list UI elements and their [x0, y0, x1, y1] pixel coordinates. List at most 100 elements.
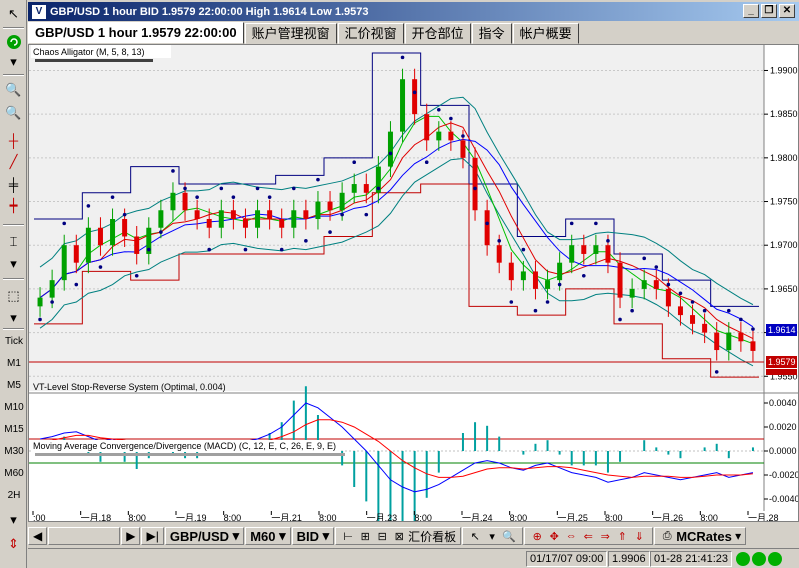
restore-button[interactable]: ❐	[761, 4, 777, 18]
zoom-icon[interactable]: 🔍	[501, 528, 517, 544]
select-icon[interactable]: ⬚	[3, 286, 24, 306]
scroll-down-icon[interactable]: ⇓	[631, 528, 647, 544]
app-icon: V	[32, 4, 46, 19]
trend-line-icon[interactable]: ╱	[3, 152, 24, 172]
horizontal-scrollbar[interactable]	[48, 527, 121, 545]
candle-body	[85, 227, 91, 263]
shift-left-icon[interactable]: ⇐	[580, 528, 596, 544]
candle-body	[49, 280, 55, 298]
tab-chart[interactable]: GBP/USD 1 hour 1.9579 22:00:00	[28, 22, 244, 44]
candle-body	[436, 131, 442, 141]
scroll-end-button[interactable]: ▶|	[141, 527, 164, 545]
tab-account-management[interactable]: 账户管理视窗	[244, 23, 337, 44]
chart-panel[interactable]: 1.9900 1.9850 1.9800 1.9750 1.9700 1.9650 1.96…	[28, 44, 799, 522]
timeframe-m1[interactable]: M1	[2, 358, 26, 369]
tab-bar: GBP/USD 1 hour 1.9579 22:00:00 账户管理视窗 汇价…	[28, 22, 799, 44]
price-chart[interactable]: 1.9900 1.9850 1.9800 1.9750 1.9700 1.9650 1.96…	[29, 45, 798, 521]
zoom-in-icon[interactable]: ⊕	[529, 528, 545, 544]
timeframe-select[interactable]: M60 ▾	[245, 527, 291, 545]
sar-dot	[412, 90, 417, 95]
candle-body	[110, 219, 116, 246]
timeframe-2h[interactable]: 2H	[2, 490, 26, 501]
zoom-in-icon[interactable]: 🔍	[3, 80, 24, 100]
provider-select[interactable]: ⎙ MCRates ▾	[654, 527, 747, 545]
window-title: GBP/USD 1 hour BID 1.9579 22:00:00 High …	[50, 5, 369, 18]
line-chart-icon[interactable]: ⊟	[374, 528, 390, 544]
alligator-indicator-label: Chaos Alligator (M, 5, 8, 13)	[33, 47, 145, 57]
candle-body	[581, 245, 587, 254]
price-tick-label: 1.9800	[770, 153, 798, 163]
toolbar-separator	[3, 224, 24, 226]
pan-icon[interactable]: ✥	[546, 528, 562, 544]
timeframe-m5[interactable]: M5	[2, 380, 26, 391]
crosshair-icon[interactable]: ┼	[3, 130, 24, 150]
horizontal-line-icon[interactable]: ╪	[3, 174, 24, 194]
candle-body	[315, 201, 321, 219]
expand-icon[interactable]: ⇔	[563, 528, 579, 544]
scroll-left-button[interactable]: ◀	[28, 527, 48, 545]
sar-dot	[569, 221, 574, 226]
dropdown-arrow-icon[interactable]: ▾	[3, 308, 24, 328]
sar-dot	[630, 308, 634, 313]
sar-dot	[219, 186, 224, 191]
sar-dot	[352, 160, 357, 165]
symbol-select[interactable]: GBP/USD ▾	[164, 527, 245, 545]
measure-icon[interactable]: ⌶	[3, 232, 24, 252]
bar-chart-icon[interactable]: ⊢	[340, 528, 356, 544]
dropdown-arrow-icon[interactable]: ▾	[3, 52, 24, 72]
scroll-right-button[interactable]: ▶	[121, 527, 141, 545]
print-icon[interactable]: ⎙	[659, 528, 675, 544]
cursor-price: 1.9906	[608, 551, 650, 567]
sar-dot	[207, 247, 212, 252]
time-tick-label: 一月.23	[367, 513, 398, 521]
sar-dot	[424, 160, 429, 165]
shift-right-icon[interactable]: ⇒	[597, 528, 613, 544]
grid-chart-icon[interactable]: ⊠	[391, 528, 407, 544]
candle-body	[279, 219, 285, 228]
connection-icon	[736, 552, 750, 566]
close-button[interactable]: ✕	[779, 4, 795, 18]
scroll-up-icon[interactable]: ⇑	[614, 528, 630, 544]
candle-body	[412, 79, 418, 115]
scroll-icon[interactable]: ⇕	[3, 534, 24, 554]
connection-indicators	[736, 552, 782, 566]
side-select[interactable]: BID ▾	[291, 527, 335, 545]
time-tick-label: 8:00	[319, 513, 337, 521]
candle-body	[750, 341, 756, 351]
draw-tools: ↖ ▾ 🔍	[462, 527, 524, 545]
dropdown-arrow-icon[interactable]: ▾	[3, 510, 24, 530]
tab-open-positions[interactable]: 开仓部位	[404, 23, 471, 44]
macd-slider	[35, 453, 345, 456]
timeframe-m60[interactable]: M60	[2, 468, 26, 479]
candle-body	[327, 201, 333, 211]
timeframe-m30[interactable]: M30	[2, 446, 26, 457]
sar-dot	[146, 247, 151, 252]
zoom-out-icon[interactable]: 🔍	[3, 103, 24, 123]
dropdown-arrow-icon[interactable]: ▾	[484, 528, 500, 544]
candle-body	[255, 210, 261, 228]
tab-rates[interactable]: 汇价视窗	[337, 23, 404, 44]
vertical-line-icon[interactable]: ┿	[3, 196, 24, 216]
pointer-icon[interactable]: ↖	[467, 528, 483, 544]
connection-icon	[768, 552, 782, 566]
candle-chart-icon[interactable]: ⊞	[357, 528, 373, 544]
time-tick-label: 8:00	[224, 513, 242, 521]
refresh-icon[interactable]	[3, 32, 24, 52]
sar-dot	[183, 186, 187, 191]
sar-dot	[98, 265, 103, 269]
sar-dot	[86, 204, 91, 208]
cursor-tool-icon[interactable]: ↖	[3, 4, 24, 24]
timeframe-m10[interactable]: M10	[2, 402, 26, 413]
sar-dot	[654, 265, 659, 269]
price-tick-label: 1.9700	[770, 240, 798, 250]
dropdown-arrow-icon[interactable]: ▾	[3, 254, 24, 274]
window-title-bar[interactable]: V GBP/USD 1 hour BID 1.9579 22:00:00 Hig…	[28, 2, 799, 21]
tab-orders[interactable]: 指令	[471, 23, 512, 44]
timeframe-tick[interactable]: Tick	[2, 336, 26, 347]
timeframe-m15[interactable]: M15	[2, 424, 26, 435]
sar-dot	[642, 256, 647, 261]
alligator-slider	[35, 59, 153, 62]
minimize-button[interactable]: _	[743, 4, 759, 18]
tab-account-summary[interactable]: 帐户概要	[512, 23, 579, 44]
rate-board-label[interactable]: 汇价看板	[408, 528, 456, 545]
